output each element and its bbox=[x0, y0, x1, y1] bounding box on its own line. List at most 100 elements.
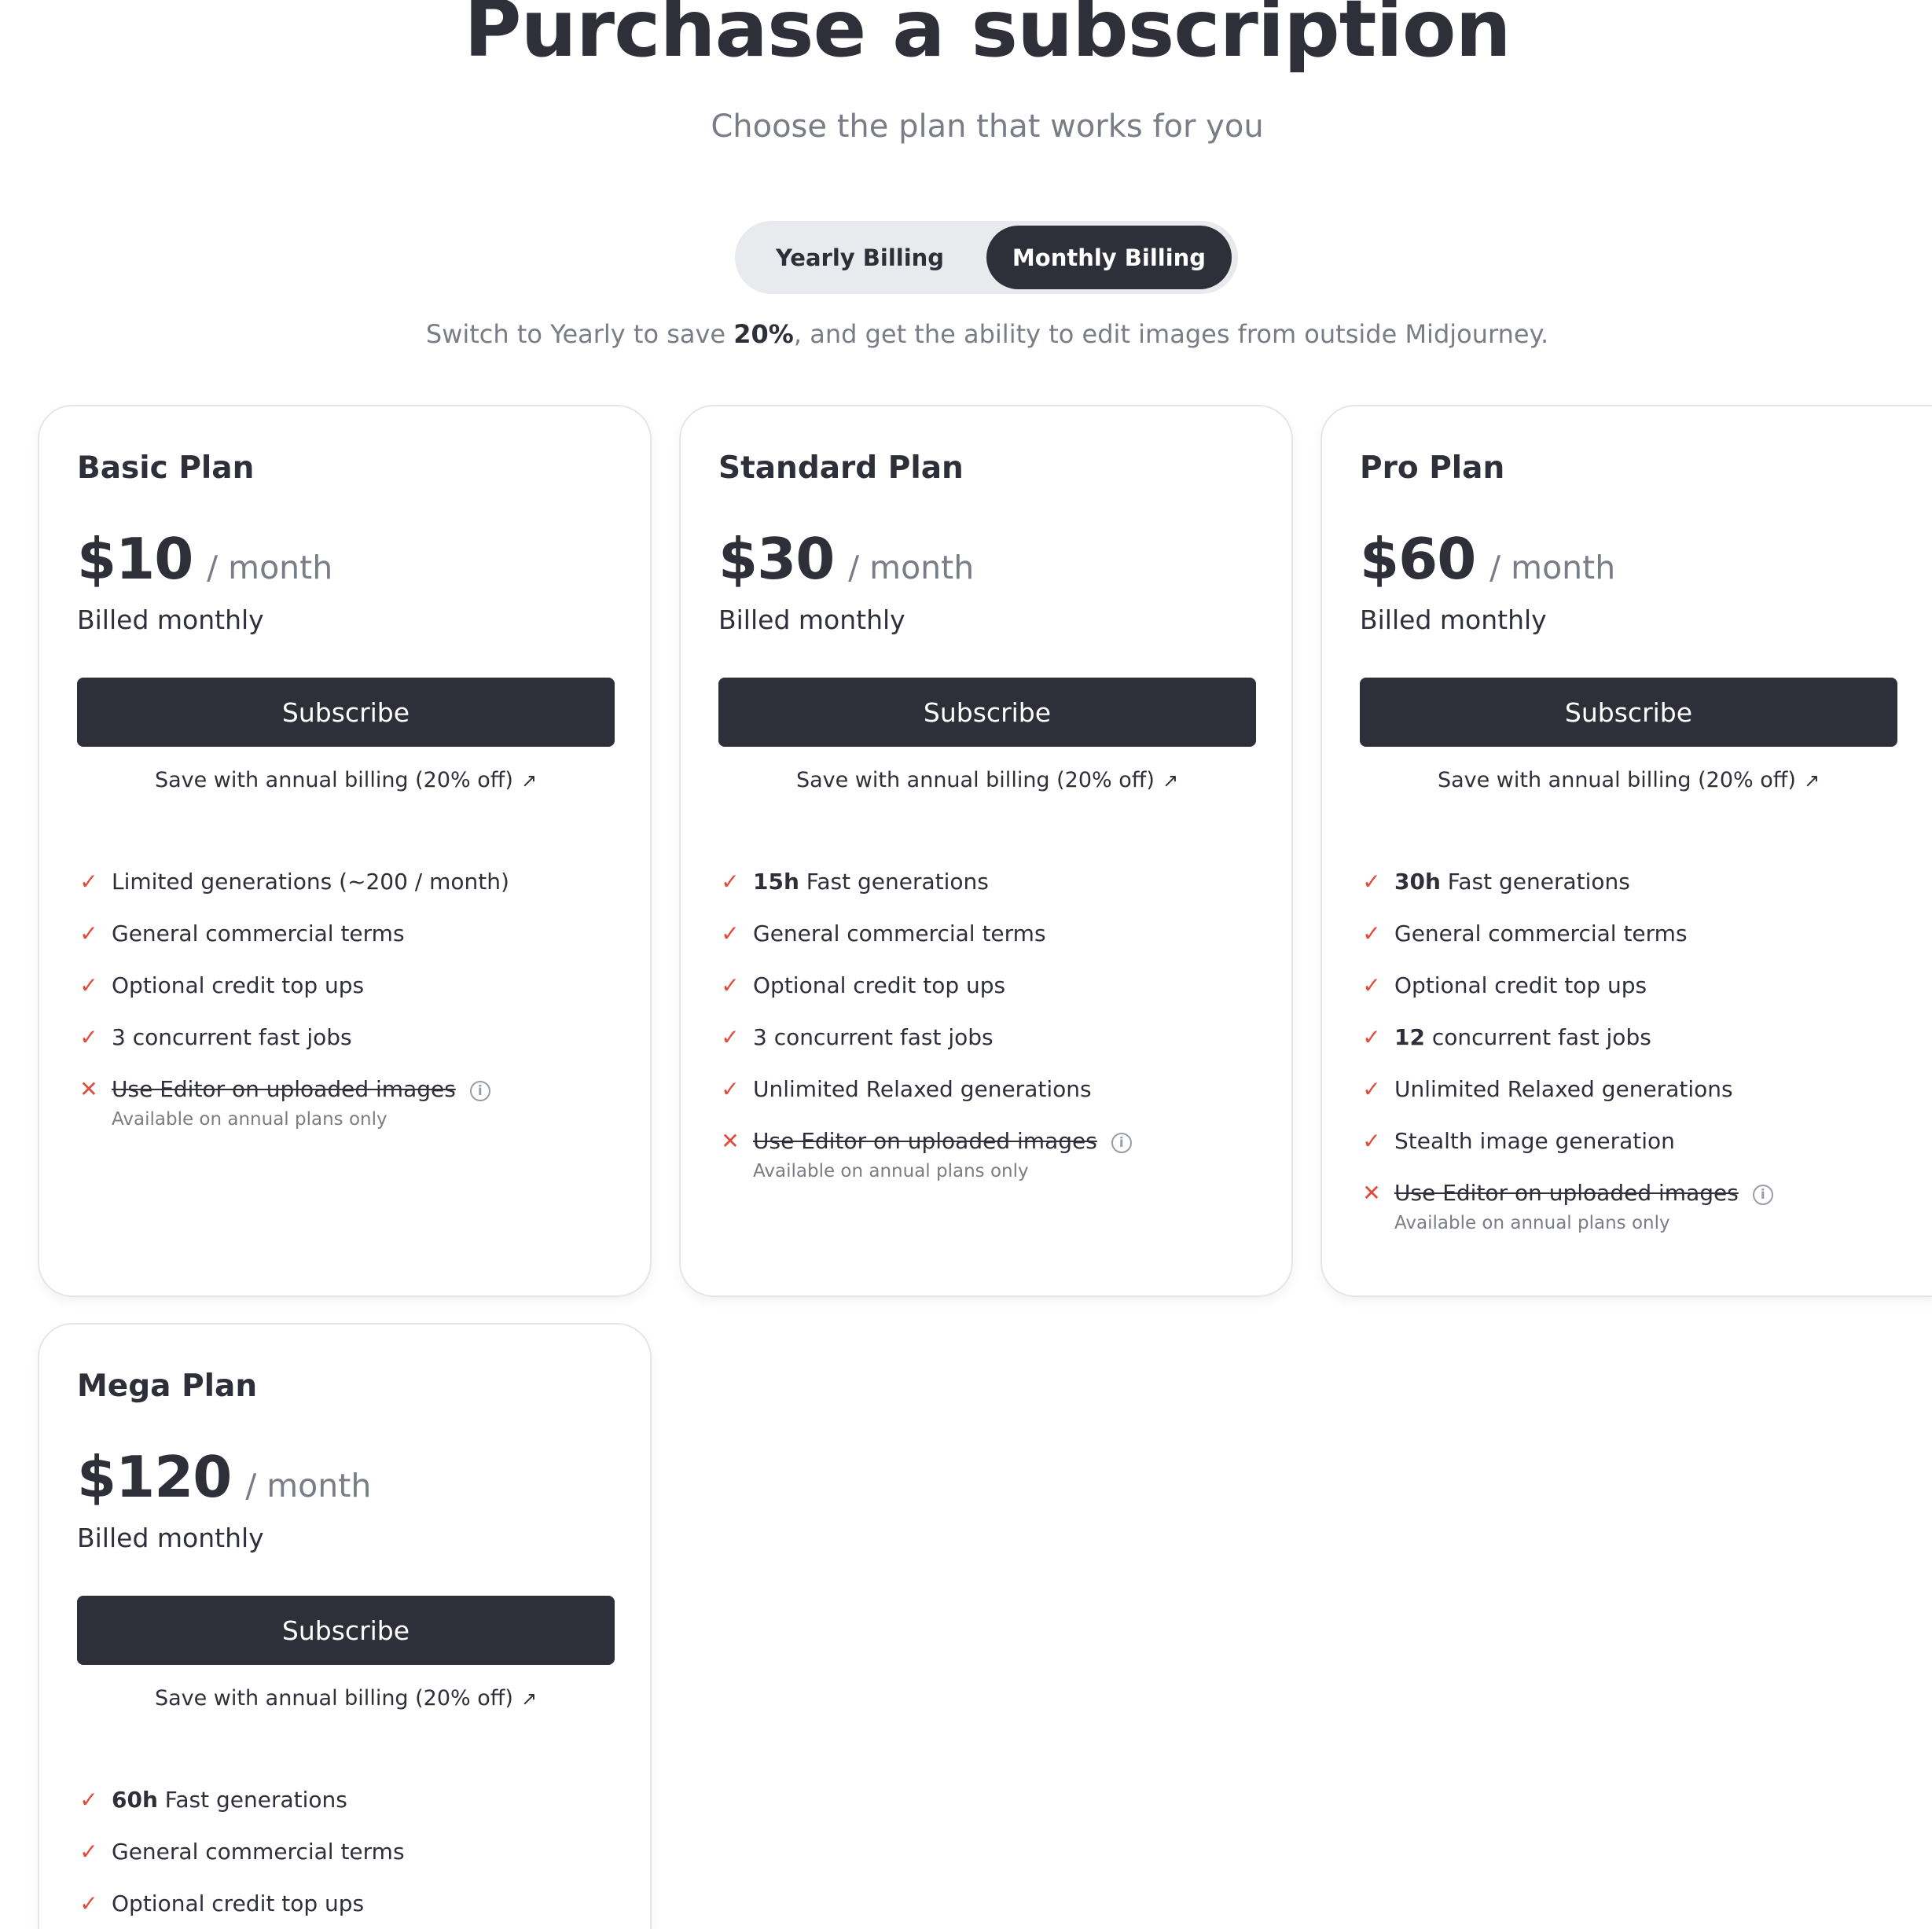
plan-name: Pro Plan bbox=[1360, 450, 1505, 486]
feature-item: ✓ 60h Fast generations bbox=[77, 1784, 405, 1836]
page-title: Purchase a subscription bbox=[464, 0, 1511, 75]
feature-item: ✓ General commercial terms bbox=[77, 918, 509, 970]
monthly-billing-option[interactable]: Monthly Billing bbox=[986, 226, 1232, 289]
external-link-icon: ↗ bbox=[1803, 770, 1820, 792]
feature-item: ✓ Unlimited Relaxed generations bbox=[718, 1074, 1132, 1126]
feature-highlight: 12 bbox=[1394, 1024, 1425, 1050]
feature-item: ✓ 12 concurrent fast jobs bbox=[1360, 1022, 1773, 1074]
feature-item: ✓ 3 concurrent fast jobs bbox=[77, 1022, 509, 1074]
info-icon[interactable]: i bbox=[469, 1081, 490, 1101]
check-icon: ✓ bbox=[721, 1076, 740, 1102]
page-subtitle: Choose the plan that works for you bbox=[711, 108, 1264, 145]
check-icon: ✓ bbox=[79, 920, 98, 946]
page: Purchase a subscription Choose the plan … bbox=[0, 0, 1932, 1929]
feature-list: ✓ Limited generations (~200 / month) ✓ Gen… bbox=[77, 866, 509, 1167]
cross-icon: ✕ bbox=[79, 1076, 98, 1102]
plan-period: / month bbox=[1489, 549, 1616, 586]
info-icon[interactable]: i bbox=[1111, 1133, 1132, 1153]
billing-frequency: Billed monthly bbox=[718, 604, 905, 635]
check-icon: ✓ bbox=[1362, 869, 1381, 895]
savings-note-suffix: , and get the ability to edit images fro… bbox=[793, 319, 1549, 349]
check-icon: ✓ bbox=[1362, 1128, 1381, 1154]
check-icon: ✓ bbox=[1362, 1076, 1381, 1102]
check-icon: ✓ bbox=[79, 1787, 98, 1813]
check-icon: ✓ bbox=[79, 972, 98, 998]
plan-card-standard: Standard Plan $30 / month Billed monthly… bbox=[679, 405, 1293, 1297]
feature-text: Unlimited Relaxed generations bbox=[1394, 1076, 1733, 1102]
feature-text: Optional credit top ups bbox=[112, 972, 365, 998]
feature-text: Stealth image generation bbox=[1394, 1128, 1675, 1154]
subscribe-button[interactable]: Subscribe bbox=[77, 1596, 615, 1665]
external-link-icon: ↗ bbox=[520, 770, 538, 792]
feature-text: Limited generations (~200 / month) bbox=[112, 869, 509, 895]
external-link-icon: ↗ bbox=[520, 1688, 538, 1710]
plan-name: Basic Plan bbox=[77, 450, 255, 486]
feature-item: ✓ General commercial terms bbox=[718, 918, 1132, 970]
price-row: $30 / month bbox=[718, 526, 974, 592]
billing-toggle: Yearly Billing Monthly Billing bbox=[735, 221, 1238, 294]
feature-item: ✓ Limited generations (~200 / month) bbox=[77, 866, 509, 918]
feature-item: ✓ Optional credit top ups bbox=[77, 1888, 405, 1929]
plan-price: $10 bbox=[77, 526, 193, 592]
check-icon: ✓ bbox=[721, 972, 740, 998]
check-icon: ✓ bbox=[1362, 1024, 1381, 1050]
subscribe-button[interactable]: Subscribe bbox=[718, 678, 1256, 747]
feature-item: ✓ 15h Fast generations bbox=[718, 866, 1132, 918]
feature-text: 3 concurrent fast jobs bbox=[112, 1024, 352, 1050]
availability-note: Available on annual plans only bbox=[112, 1109, 388, 1130]
annual-billing-link[interactable]: Save with annual billing (20% off) ↗ bbox=[77, 768, 615, 792]
feature-text: Fast generations bbox=[799, 869, 989, 895]
annual-billing-link-label: Save with annual billing (20% off) bbox=[154, 768, 513, 792]
feature-item: ✓ Stealth image generation bbox=[1360, 1126, 1773, 1178]
check-icon: ✓ bbox=[79, 1890, 98, 1916]
feature-highlight: 30h bbox=[1394, 869, 1441, 895]
excluded-feature-text: Use Editor on uploaded images bbox=[1394, 1180, 1739, 1206]
cross-icon: ✕ bbox=[1362, 1180, 1381, 1206]
check-icon: ✓ bbox=[721, 869, 740, 895]
check-icon: ✓ bbox=[79, 1839, 98, 1865]
availability-note: Available on annual plans only bbox=[1394, 1213, 1670, 1233]
check-icon: ✓ bbox=[79, 869, 98, 895]
feature-text: Optional credit top ups bbox=[112, 1890, 365, 1916]
annual-billing-link[interactable]: Save with annual billing (20% off) ↗ bbox=[77, 1686, 615, 1710]
availability-note: Available on annual plans only bbox=[753, 1161, 1029, 1181]
plan-period: / month bbox=[245, 1467, 372, 1505]
feature-text: Optional credit top ups bbox=[1394, 972, 1647, 998]
feature-item: ✓ Unlimited Relaxed generations bbox=[1360, 1074, 1773, 1126]
check-icon: ✓ bbox=[1362, 920, 1381, 946]
annual-billing-link-label: Save with annual billing (20% off) bbox=[154, 1686, 513, 1710]
check-icon: ✓ bbox=[721, 920, 740, 946]
feature-item: ✓ 30h Fast generations bbox=[1360, 866, 1773, 918]
plan-price: $60 bbox=[1360, 526, 1476, 592]
billing-frequency: Billed monthly bbox=[77, 604, 264, 635]
feature-item: ✓ 3 concurrent fast jobs bbox=[718, 1022, 1132, 1074]
feature-list: ✓ 30h Fast generations ✓ General commercia… bbox=[1360, 866, 1773, 1270]
feature-text: General commercial terms bbox=[753, 920, 1046, 946]
plan-name: Standard Plan bbox=[718, 450, 964, 486]
feature-text: General commercial terms bbox=[112, 920, 405, 946]
plan-card-pro: Pro Plan $60 / month Billed monthly Subs… bbox=[1320, 405, 1932, 1297]
annual-billing-link[interactable]: Save with annual billing (20% off) ↗ bbox=[1360, 768, 1897, 792]
feature-text: Optional credit top ups bbox=[753, 972, 1006, 998]
plan-price: $120 bbox=[77, 1444, 232, 1510]
yearly-billing-option[interactable]: Yearly Billing bbox=[740, 226, 980, 289]
annual-billing-link[interactable]: Save with annual billing (20% off) ↗ bbox=[718, 768, 1256, 792]
feature-text: General commercial terms bbox=[1394, 920, 1688, 946]
subscribe-button[interactable]: Subscribe bbox=[1360, 678, 1897, 747]
excluded-feature-item: ✕ Use Editor on uploaded images i Available… bbox=[718, 1126, 1132, 1218]
feature-item: ✓ Optional credit top ups bbox=[77, 970, 509, 1022]
feature-item: ✓ General commercial terms bbox=[1360, 918, 1773, 970]
excluded-feature-text: Use Editor on uploaded images bbox=[753, 1128, 1097, 1154]
price-row: $120 / month bbox=[77, 1444, 371, 1510]
excluded-feature-item: ✕ Use Editor on uploaded images i Available… bbox=[1360, 1178, 1773, 1270]
price-row: $60 / month bbox=[1360, 526, 1615, 592]
plan-card-mega: Mega Plan $120 / month Billed monthly Su… bbox=[38, 1323, 652, 1929]
billing-frequency: Billed monthly bbox=[77, 1523, 264, 1553]
excluded-feature-text: Use Editor on uploaded images bbox=[112, 1076, 456, 1102]
info-icon[interactable]: i bbox=[1752, 1185, 1773, 1205]
plan-price: $30 bbox=[718, 526, 835, 592]
external-link-icon: ↗ bbox=[1162, 770, 1179, 792]
feature-highlight: 60h bbox=[112, 1787, 158, 1813]
subscribe-button[interactable]: Subscribe bbox=[77, 678, 615, 747]
plan-name: Mega Plan bbox=[77, 1369, 258, 1404]
